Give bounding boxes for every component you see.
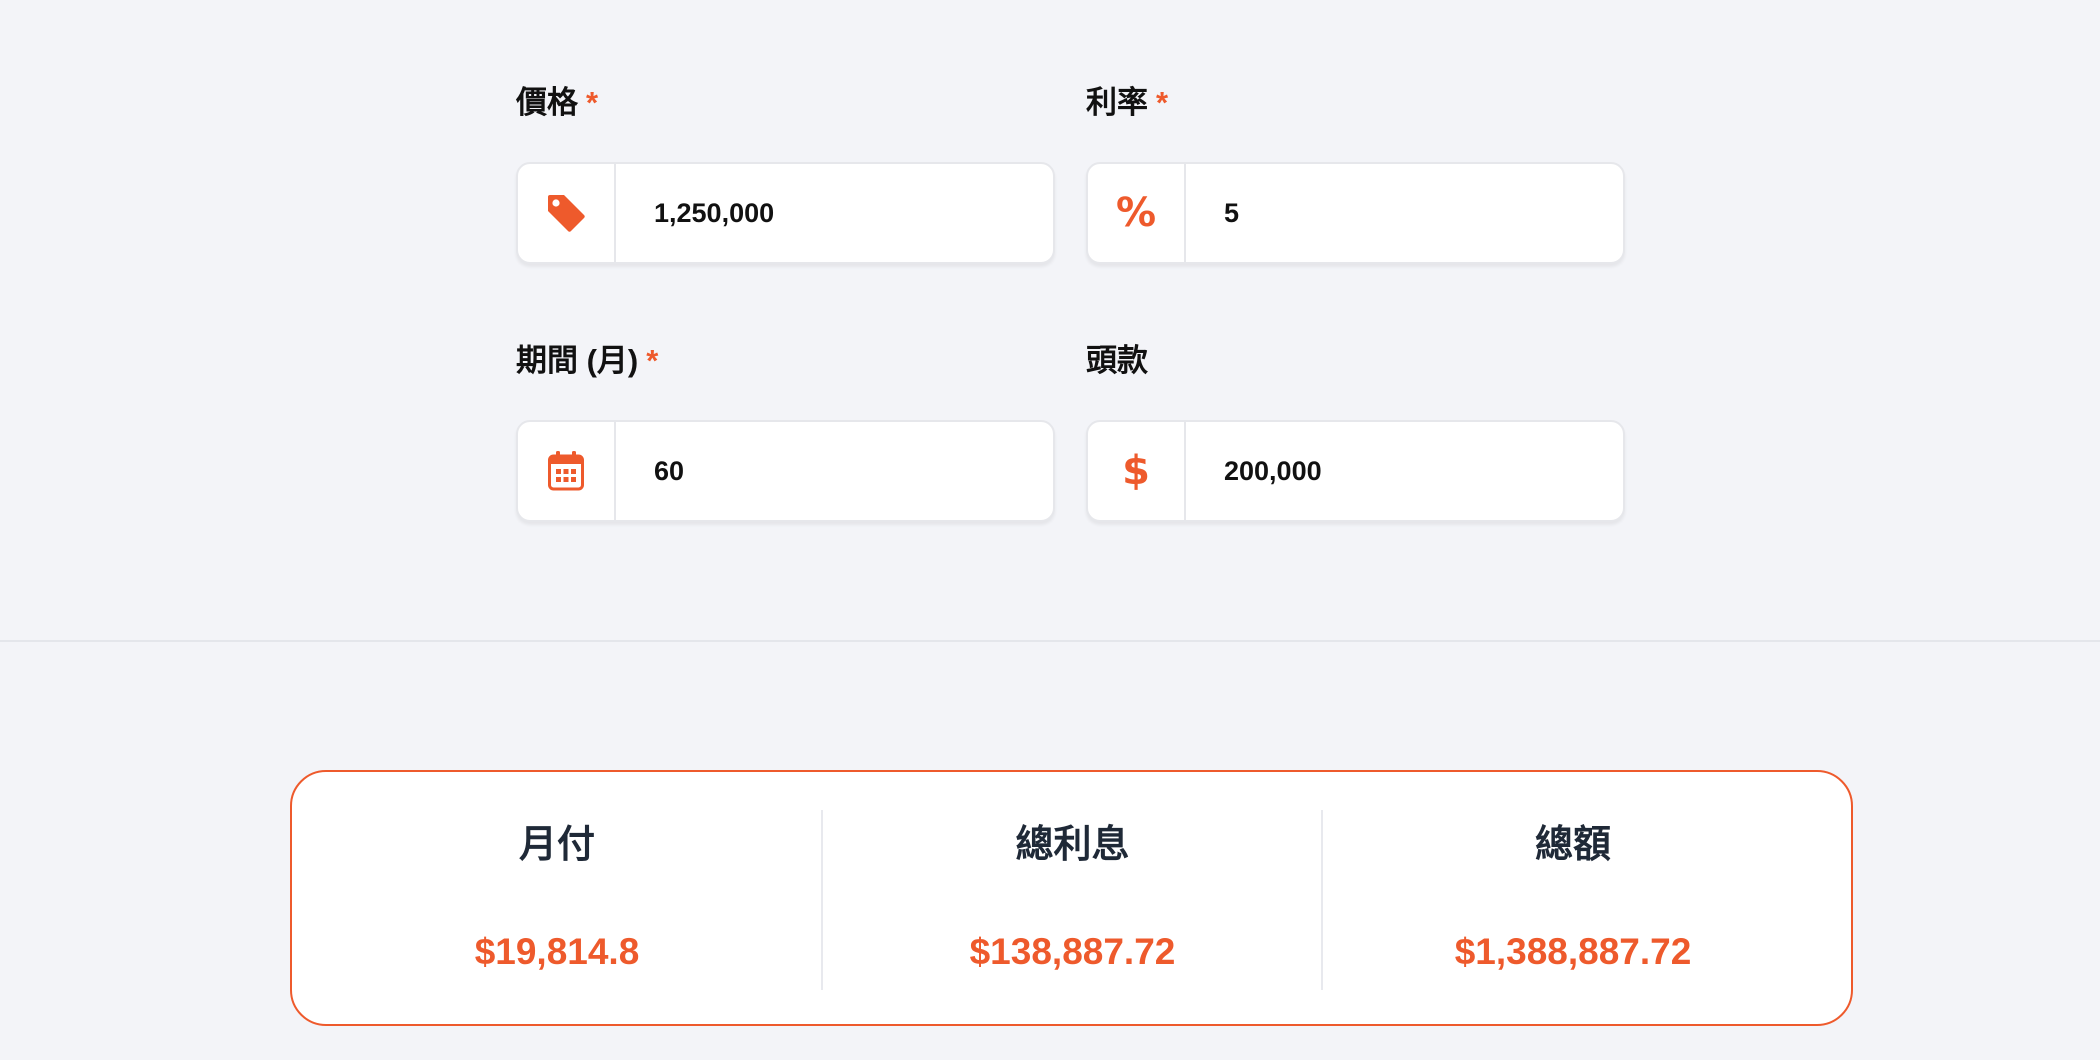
total-amount-value: $1,388,887.72 [1454,931,1692,972]
down-payment-value[interactable]: 200,000 [1224,422,1322,520]
tag-icon [518,164,616,262]
monthly-payment-value: $19,814.8 [474,931,640,972]
required-mark: * [646,343,659,378]
dollar-icon: $ [1088,422,1186,520]
down-payment-input[interactable]: $ 200,000 [1086,420,1625,522]
required-mark: * [586,85,599,120]
monthly-payment-result: 月付 $19,814.8 [292,772,822,1024]
rate-label: 利率 * [1086,83,1168,123]
total-amount-result: 總額 $1,388,887.72 [1323,772,1823,1024]
down-payment-label: 頭款 [1086,341,1148,381]
percent-icon: % [1088,164,1186,262]
total-interest-value: $138,887.72 [969,931,1176,972]
total-interest-result: 總利息 $138,887.72 [823,772,1322,1024]
term-value[interactable]: 60 [654,422,684,520]
price-label: 價格 * [516,83,598,123]
rate-value[interactable]: 5 [1224,164,1239,262]
calendar-icon [518,422,616,520]
section-divider [0,640,2100,642]
term-input[interactable]: 60 [516,420,1055,522]
rate-input[interactable]: % 5 [1086,162,1625,264]
percent-glyph: % [1115,190,1157,236]
total-interest-label: 總利息 [1015,824,1130,866]
rate-label-text: 利率 [1086,85,1148,120]
price-label-text: 價格 [516,85,578,120]
required-mark: * [1156,85,1169,120]
total-amount-label: 總額 [1534,824,1611,866]
results-card: 月付 $19,814.8 總利息 $138,887.72 總額 $1,388,8… [290,770,1853,1026]
down-payment-label-text: 頭款 [1086,343,1148,378]
loan-form: 價格 * 1,250,000 利率 * % 5 期間 (月) * 60 頭款 $… [0,0,2100,640]
term-label: 期間 (月) * [516,341,658,381]
term-label-text: 期間 (月) [516,343,639,378]
dollar-glyph: $ [1122,448,1150,494]
price-input[interactable]: 1,250,000 [516,162,1055,264]
monthly-payment-label: 月付 [518,824,595,866]
price-value[interactable]: 1,250,000 [654,164,774,262]
